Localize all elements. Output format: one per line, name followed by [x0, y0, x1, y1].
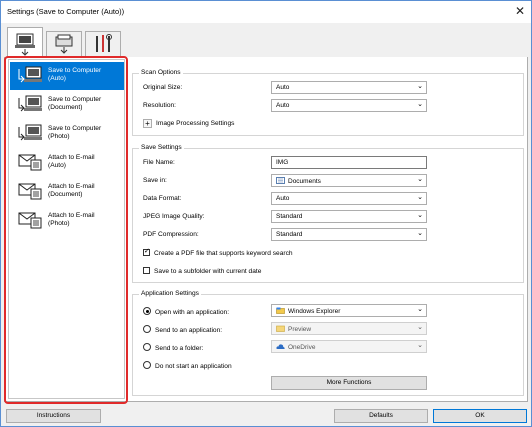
- jpeg-quality-label: JPEG Image Quality:: [143, 213, 205, 220]
- data-format-label: Data Format:: [143, 195, 182, 202]
- jpeg-quality-value: Standard: [276, 213, 303, 220]
- save-settings-group: Save Settings File Name: IMG Save in: Do…: [132, 144, 524, 283]
- preview-folder-icon: [276, 325, 285, 332]
- save-settings-title: Save Settings: [139, 144, 184, 151]
- scan-options-group: Scan Options Original Size: Auto ⌄ Resol…: [132, 69, 524, 136]
- resolution-value: Auto: [276, 102, 290, 109]
- chevron-down-icon: ⌄: [417, 100, 423, 108]
- general-settings-tools-icon: [96, 34, 112, 52]
- subfolder-checkbox-row[interactable]: Save to a subfolder with current date: [143, 267, 261, 275]
- title-bar: Settings (Save to Computer (Auto)) ✕: [1, 1, 531, 23]
- chevron-down-icon: ⌄: [417, 193, 423, 201]
- send-to-folder-label: Send to a folder:: [155, 345, 204, 352]
- onedrive-cloud-icon: [276, 344, 285, 349]
- more-functions-button[interactable]: More Functions: [271, 376, 427, 390]
- tab-strip: [4, 27, 144, 58]
- send-to-folder-value: OneDrive: [288, 344, 316, 351]
- resolution-select[interactable]: Auto ⌄: [271, 99, 427, 112]
- highlight-frame: [4, 56, 128, 404]
- send-to-app-value: Preview: [288, 326, 312, 333]
- subfolder-checkbox[interactable]: [143, 267, 150, 274]
- expand-plus-icon[interactable]: +: [143, 119, 152, 128]
- chevron-down-icon: ⌄: [417, 82, 423, 90]
- pdf-compression-label: PDF Compression:: [143, 231, 199, 238]
- send-to-app-label: Send to an application:: [155, 327, 223, 334]
- tab-scan-from-panel[interactable]: [46, 31, 82, 57]
- original-size-label: Original Size:: [143, 84, 183, 91]
- send-to-app-select[interactable]: Preview ⌄: [271, 322, 427, 335]
- original-size-value: Auto: [276, 84, 290, 91]
- send-to-folder-radio[interactable]: [143, 343, 151, 351]
- pdf-compression-select[interactable]: Standard ⌄: [271, 228, 427, 241]
- file-explorer-icon: [276, 307, 285, 314]
- file-name-input[interactable]: IMG: [271, 156, 427, 169]
- chevron-down-icon: ⌄: [417, 211, 423, 219]
- chevron-down-icon: ⌄: [417, 341, 423, 349]
- documents-folder-icon: [276, 177, 285, 184]
- send-to-app-radio[interactable]: [143, 325, 151, 333]
- resolution-label: Resolution:: [143, 102, 176, 109]
- tab-scan-from-computer[interactable]: [7, 27, 43, 58]
- application-settings-group: Application Settings Open with an applic…: [132, 290, 524, 396]
- scan-from-computer-icon: [15, 33, 35, 56]
- do-not-start-radio[interactable]: [143, 361, 151, 369]
- image-processing-toggle[interactable]: + Image Processing Settings: [143, 119, 234, 128]
- data-format-select[interactable]: Auto ⌄: [271, 192, 427, 205]
- ok-button[interactable]: OK: [433, 409, 527, 423]
- window-title: Settings (Save to Computer (Auto)): [7, 7, 125, 16]
- settings-window: Settings (Save to Computer (Auto)) ✕ Sav…: [0, 0, 532, 427]
- keyword-search-label: Create a PDF file that supports keyword …: [154, 250, 293, 257]
- image-processing-label: Image Processing Settings: [156, 120, 235, 127]
- open-with-radio[interactable]: [143, 307, 151, 315]
- tab-general-settings[interactable]: [85, 31, 121, 57]
- instructions-button[interactable]: Instructions: [6, 409, 101, 423]
- file-name-label: File Name:: [143, 159, 175, 166]
- save-in-select[interactable]: Documents ⌄: [271, 174, 427, 187]
- keyword-search-checkbox-row[interactable]: Create a PDF file that supports keyword …: [143, 247, 293, 257]
- subfolder-label: Save to a subfolder with current date: [154, 268, 262, 275]
- chevron-down-icon: ⌄: [417, 323, 423, 331]
- keyword-search-checkbox[interactable]: [143, 247, 150, 256]
- chevron-down-icon: ⌄: [417, 175, 423, 183]
- open-with-radio-row[interactable]: Open with an application:: [143, 307, 229, 316]
- send-to-folder-select[interactable]: OneDrive ⌄: [271, 340, 427, 353]
- jpeg-quality-select[interactable]: Standard ⌄: [271, 210, 427, 223]
- application-settings-title: Application Settings: [139, 290, 201, 297]
- do-not-start-radio-row[interactable]: Do not start an application: [143, 361, 232, 370]
- close-icon[interactable]: ✕: [515, 4, 525, 18]
- do-not-start-label: Do not start an application: [155, 363, 232, 370]
- open-with-label: Open with an application:: [155, 309, 230, 316]
- open-with-value: Windows Explorer: [288, 308, 341, 315]
- save-in-label: Save in:: [143, 177, 167, 184]
- chevron-down-icon: ⌄: [417, 229, 423, 237]
- pdf-compression-value: Standard: [276, 231, 303, 238]
- defaults-button[interactable]: Defaults: [334, 409, 428, 423]
- scan-options-title: Scan Options: [139, 69, 183, 76]
- send-to-app-radio-row[interactable]: Send to an application:: [143, 325, 222, 334]
- scan-from-panel-icon: [55, 34, 73, 54]
- data-format-value: Auto: [276, 195, 290, 202]
- original-size-select[interactable]: Auto ⌄: [271, 81, 427, 94]
- save-in-value: Documents: [288, 178, 321, 185]
- chevron-down-icon: ⌄: [417, 305, 423, 313]
- open-with-select[interactable]: Windows Explorer ⌄: [271, 304, 427, 317]
- send-to-folder-radio-row[interactable]: Send to a folder:: [143, 343, 203, 352]
